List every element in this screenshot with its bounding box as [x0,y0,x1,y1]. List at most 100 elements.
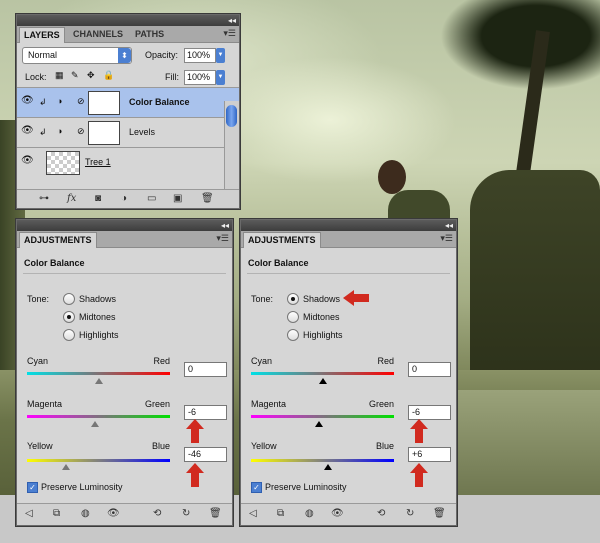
trash-icon[interactable]: 🗑 [201,193,214,204]
previous-state-icon[interactable]: ⟲ [377,508,385,519]
trash-icon[interactable]: 🗑 [209,508,222,519]
panel-titlebar[interactable]: ◂◂ [17,15,239,26]
tab-layers[interactable]: LAYERS [19,27,65,43]
radio-highlights[interactable] [63,329,75,341]
cyan-red-slider-track[interactable] [251,372,394,375]
reset-icon[interactable]: ↻ [406,508,414,519]
layer-row[interactable]: 👁 ↲ ◑ ⊘ Color Balance [17,87,239,117]
radio-midtones[interactable] [63,311,75,323]
divider [247,273,450,274]
panel-titlebar[interactable]: ◂◂ [241,220,456,231]
new-group-icon[interactable]: ▭ [147,193,156,204]
radio-highlights[interactable] [287,329,299,341]
layer-row[interactable]: 👁 ↲ ◑ ⊘ Levels [17,117,239,147]
lock-move-icon[interactable]: ✥ [87,70,95,81]
panel-menu-icon[interactable]: ▾☰ [216,233,229,244]
back-arrow-icon[interactable]: ◁ [249,508,257,519]
radio-label: Midtones [303,312,340,322]
eye-icon[interactable]: 👁 [331,508,344,519]
back-arrow-icon[interactable]: ◁ [25,508,33,519]
red-arrow-up-icon [186,463,204,487]
layers-scrollbar[interactable] [224,101,239,189]
panel-menu-icon[interactable]: ▾☰ [223,28,236,39]
eye-icon[interactable]: 👁 [21,155,34,167]
magenta-green-slider-track[interactable] [27,415,170,418]
lock-transparency-icon[interactable]: ▦ [55,70,64,81]
fill-spinner-icon[interactable]: ▼ [216,70,225,85]
trash-icon[interactable]: 🗑 [433,508,446,519]
yellow-blue-slider-track[interactable] [27,459,170,462]
opacity-input[interactable]: 100% [184,48,216,63]
layer-name[interactable]: Levels [129,127,155,137]
layer-mask-thumbnail[interactable] [88,121,120,145]
fill-input[interactable]: 100% [184,70,216,85]
collapse-icon[interactable]: ◂◂ [445,221,453,230]
layer-row[interactable]: 👁 Tree 1 [17,147,239,177]
magenta-green-input[interactable]: -6 [184,405,227,420]
select-arrow-icon: ⬍ [118,48,131,63]
cyan-red-slider-knob[interactable] [95,378,103,384]
slider-left-label: Cyan [27,356,49,366]
opacity-spinner-icon[interactable]: ▼ [216,48,225,63]
reset-icon[interactable]: ↻ [182,508,190,519]
clip-layer-icon[interactable]: ◍ [305,508,314,519]
yellow-blue-slider-knob[interactable] [62,464,70,470]
layer-name[interactable]: Color Balance [129,97,190,107]
radio-midtones[interactable] [287,311,299,323]
preserve-luminosity-label: Preserve Luminosity [265,482,347,492]
link-icon[interactable]: ⊘ [77,96,85,107]
previous-state-icon[interactable]: ⟲ [153,508,161,519]
adjustment-title: Color Balance [24,258,85,268]
clip-layer-icon[interactable]: ◍ [81,508,90,519]
link-icon[interactable]: ⊘ [77,126,85,137]
cyan-red-input[interactable]: 0 [184,362,227,377]
slider-left-label: Cyan [251,356,273,366]
cyan-red-slider-knob[interactable] [319,378,327,384]
fill-label: Fill: [165,72,179,82]
new-adjustment-icon[interactable]: ◑ [121,193,127,204]
tab-paths[interactable]: PATHS [131,27,168,42]
magenta-green-slider-track[interactable] [251,415,394,418]
radio-shadows[interactable] [63,293,75,305]
eye-icon[interactable]: 👁 [21,125,34,137]
radio-shadows[interactable] [287,293,299,305]
yellow-blue-input[interactable]: -46 [184,447,227,462]
new-layer-icon[interactable]: ▣ [173,193,182,204]
panel-titlebar[interactable]: ◂◂ [17,220,232,231]
cyan-red-input[interactable]: 0 [408,362,451,377]
layer-name[interactable]: Tree 1 [85,157,111,167]
yellow-blue-slider-knob[interactable] [324,464,332,470]
add-mask-icon[interactable]: ◙ [95,193,101,204]
preserve-luminosity-checkbox[interactable]: ✓ [27,482,38,493]
clip-arrow-icon: ↲ [39,127,47,137]
slider-left-label: Magenta [251,399,287,409]
eye-icon[interactable]: 👁 [21,95,34,107]
layer-thumbnail[interactable] [46,151,80,175]
lock-row: Lock: ▦ ✎ ✥ 🔒 Fill: 100% ▼ [17,67,239,87]
tab-adjustments[interactable]: ADJUSTMENTS [243,232,321,248]
layer-mask-thumbnail[interactable] [88,91,120,115]
scroll-thumb[interactable] [226,105,237,127]
collapse-icon[interactable]: ◂◂ [228,16,236,25]
magenta-green-slider-knob[interactable] [315,421,323,427]
tab-channels[interactable]: CHANNELS [69,27,127,42]
tab-adjustments[interactable]: ADJUSTMENTS [19,232,97,248]
yellow-blue-input[interactable]: +6 [408,447,451,462]
magenta-green-slider-knob[interactable] [91,421,99,427]
yellow-blue-slider-track[interactable] [251,459,394,462]
magenta-green-input[interactable]: -6 [408,405,451,420]
adjustments-tabs: ADJUSTMENTS ▾☰ [17,231,232,248]
lock-label: Lock: [25,72,47,82]
expand-view-icon[interactable]: ⧉ [277,508,284,519]
preserve-luminosity-checkbox[interactable]: ✓ [251,482,262,493]
expand-view-icon[interactable]: ⧉ [53,508,60,519]
cyan-red-slider-track[interactable] [27,372,170,375]
lock-all-icon[interactable]: 🔒 [103,70,114,81]
blend-mode-select[interactable]: Normal ⬍ [22,47,132,64]
panel-menu-icon[interactable]: ▾☰ [440,233,453,244]
collapse-icon[interactable]: ◂◂ [221,221,229,230]
lock-paint-icon[interactable]: ✎ [71,70,79,81]
eye-icon[interactable]: 👁 [107,508,120,519]
link-layers-icon[interactable]: ⊶ [39,193,49,204]
fx-icon[interactable]: fx [67,193,76,204]
